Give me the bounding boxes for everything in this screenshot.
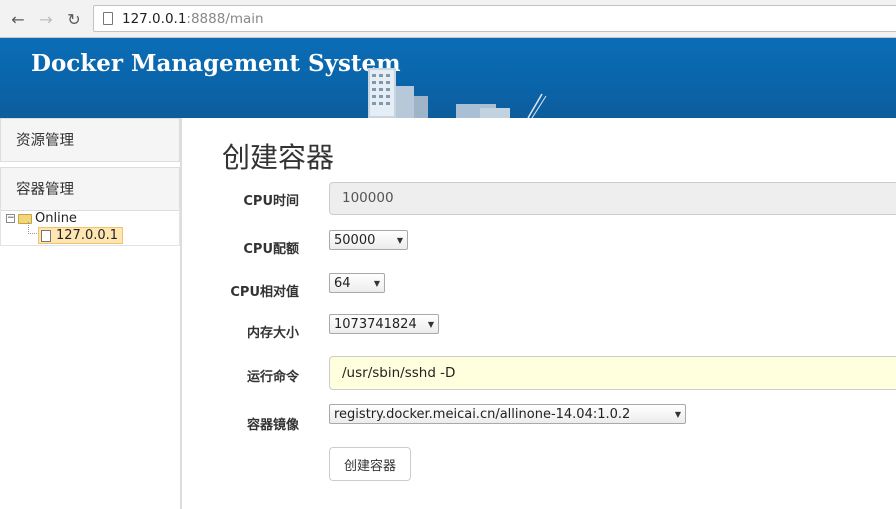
url-host: 127.0.0.1: [122, 11, 187, 27]
sidebar-item-label: 资源管理: [16, 133, 74, 149]
tree-node-label: Online: [35, 211, 77, 226]
reload-icon[interactable]: ↻: [63, 8, 85, 30]
dropdown-arrow-icon: ▼: [396, 235, 403, 245]
sidebar-item-container-management[interactable]: 容器管理: [0, 167, 180, 211]
sidebar: 资源管理 容器管理 − Online 127.0.0.1: [0, 118, 182, 509]
cpu-time-label: CPU时间: [243, 194, 299, 209]
page-icon: [103, 12, 113, 25]
address-bar[interactable]: 127.0.0.1:8888/main: [93, 5, 896, 32]
cpu-shares-select[interactable]: 64 ▼: [329, 273, 385, 293]
memory-value: 1073741824: [334, 316, 417, 332]
back-arrow-icon[interactable]: ←: [7, 8, 29, 30]
cpu-quota-label: CPU配额: [243, 242, 299, 257]
cpu-quota-value: 50000: [334, 232, 376, 248]
forward-arrow-icon[interactable]: →: [35, 8, 57, 30]
memory-select[interactable]: 1073741824 ▼: [329, 314, 439, 334]
cpu-time-field: 100000: [329, 182, 896, 215]
command-label: 运行命令: [246, 370, 299, 385]
cpu-quota-select[interactable]: 50000 ▼: [329, 230, 408, 250]
city-skyline-illustration: [368, 68, 547, 118]
sidebar-item-label: 容器管理: [16, 182, 74, 198]
collapse-icon[interactable]: −: [6, 214, 15, 223]
command-value: /usr/sbin/sshd -D: [342, 365, 456, 381]
page-title: 创建容器: [222, 141, 335, 174]
memory-label: 内存大小: [246, 326, 299, 341]
sidebar-item-resource-management[interactable]: 资源管理: [0, 118, 180, 162]
dropdown-arrow-icon: ▼: [674, 409, 681, 419]
header-banner: Docker Management System: [0, 38, 896, 118]
tree-node-host[interactable]: 127.0.0.1: [38, 227, 124, 244]
host-tree: − Online 127.0.0.1: [0, 208, 180, 246]
tree-connector: [28, 222, 37, 234]
image-select[interactable]: registry.docker.meicai.cn/allinone-14.04…: [329, 404, 686, 424]
command-input[interactable]: /usr/sbin/sshd -D: [329, 356, 896, 390]
dropdown-arrow-icon: ▼: [427, 319, 434, 329]
tree-node-online[interactable]: − Online: [6, 210, 77, 227]
tree-node-label: 127.0.0.1: [56, 228, 119, 243]
image-value: registry.docker.meicai.cn/allinone-14.04…: [334, 406, 631, 422]
app-title: Docker Management System: [31, 50, 401, 77]
dropdown-arrow-icon: ▼: [373, 278, 380, 288]
cpu-shares-value: 64: [334, 275, 351, 291]
selected-node[interactable]: 127.0.0.1: [38, 227, 124, 244]
image-label: 容器镜像: [246, 418, 299, 433]
create-container-button[interactable]: 创建容器: [329, 447, 411, 481]
url-text: 127.0.0.1:8888/main: [122, 11, 264, 27]
cpu-time-value: 100000: [342, 190, 394, 206]
url-path: :8888/main: [186, 11, 264, 27]
cpu-shares-label: CPU相对值: [230, 285, 299, 300]
file-icon: [41, 229, 51, 242]
browser-toolbar: ← → ↻ 127.0.0.1:8888/main: [0, 0, 896, 38]
